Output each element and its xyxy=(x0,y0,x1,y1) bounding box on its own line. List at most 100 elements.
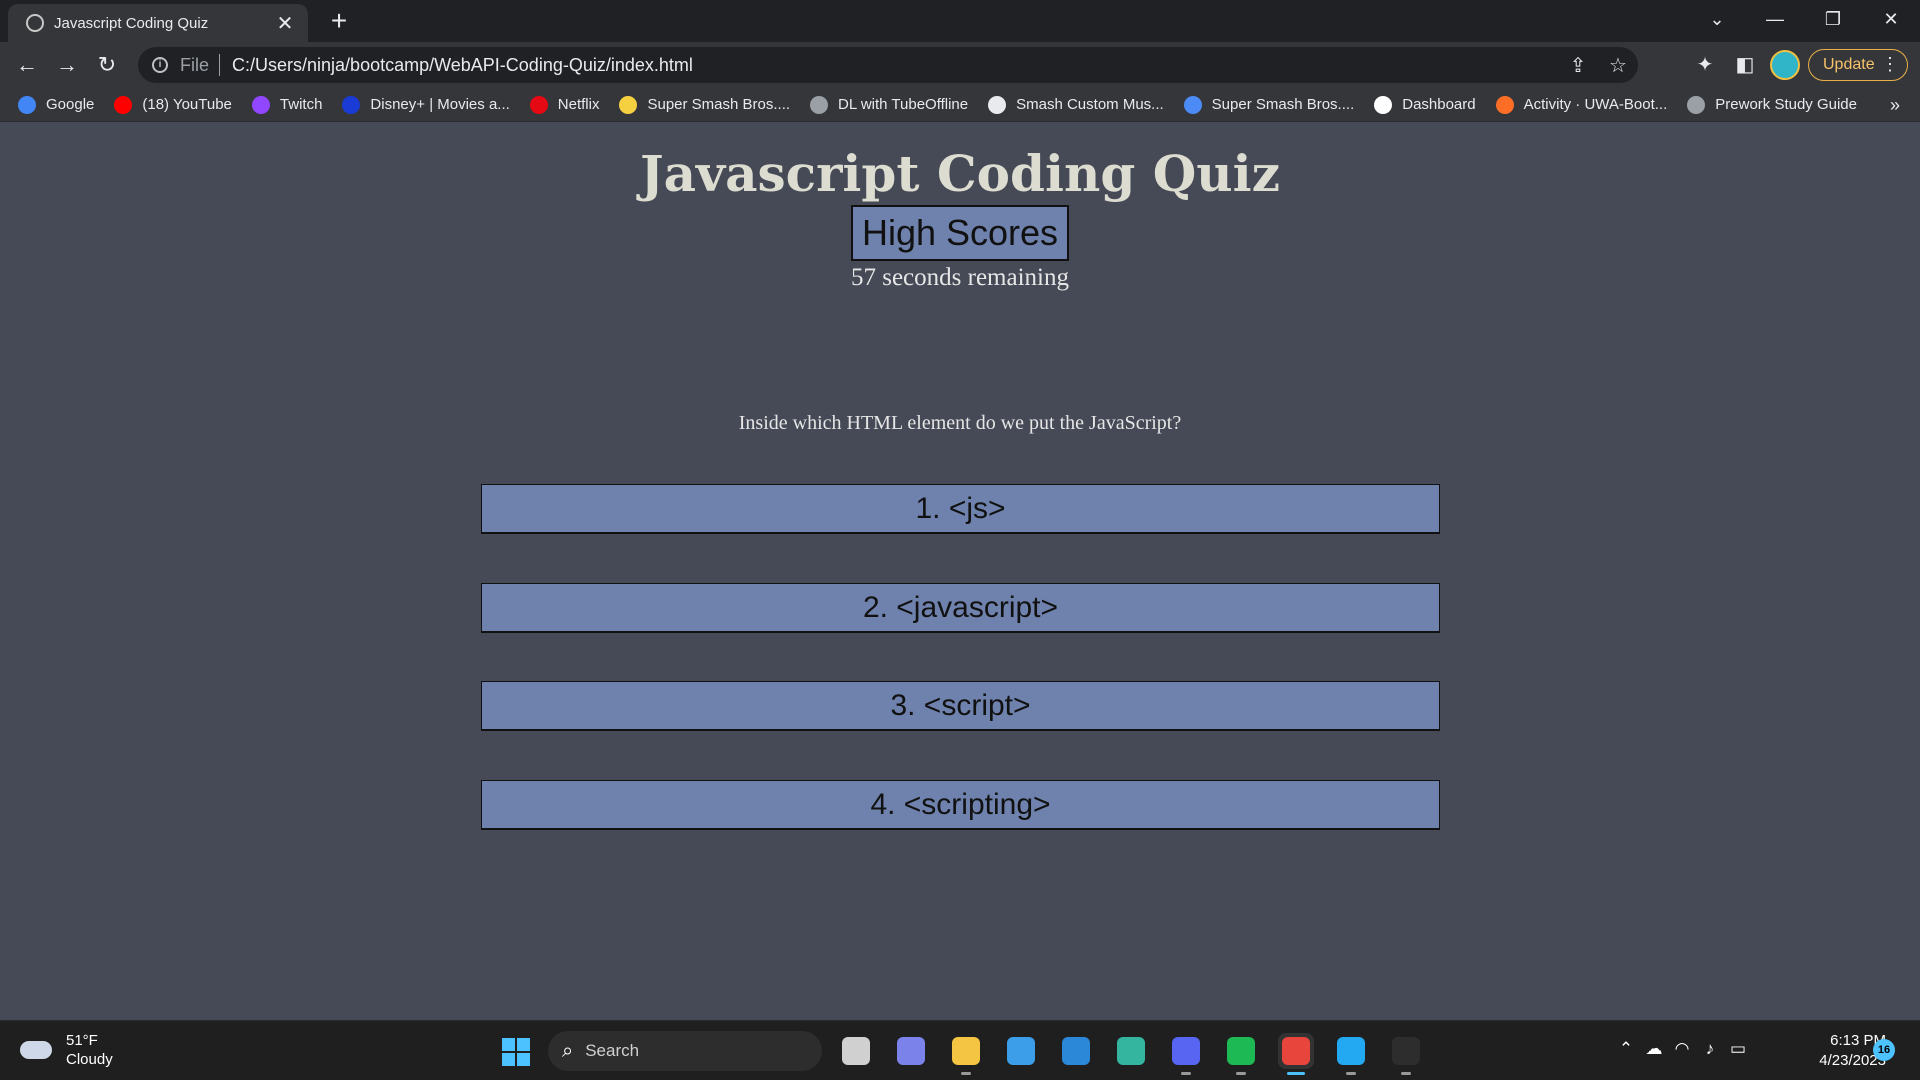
chrome-icon xyxy=(1282,1037,1310,1065)
youtube-icon xyxy=(114,95,133,114)
share-icon[interactable]: ⇪ xyxy=(1558,53,1598,78)
mail-icon xyxy=(1062,1037,1090,1065)
windows-logo-pane xyxy=(502,1053,515,1066)
bookmark-item[interactable]: Dashboard xyxy=(1374,95,1476,114)
taskbar-app[interactable] xyxy=(1168,1033,1204,1075)
side-panel-icon[interactable]: ◧ xyxy=(1730,50,1760,80)
weather-desc: Cloudy xyxy=(66,1051,113,1068)
high-scores-button[interactable]: High Scores xyxy=(851,205,1069,261)
more-bookmarks-icon[interactable]: » xyxy=(1890,88,1900,122)
answer-button-4[interactable]: 4. <scripting> xyxy=(481,780,1440,830)
bookmarks-list: Google (18) YouTube Twitch Disney+ | Movies… xyxy=(18,95,1877,114)
bookmark-label: Activity · UWA-Boot... xyxy=(1523,96,1668,113)
url-text[interactable]: C:/Users/ninja/bootcamp/WebAPI-Coding-Qu… xyxy=(232,55,1558,76)
extensions-icon[interactable]: ✦ xyxy=(1690,50,1720,80)
tab-title: Javascript Coding Quiz xyxy=(54,14,209,32)
running-indicator xyxy=(1236,1072,1246,1075)
info-icon[interactable]: i xyxy=(152,57,168,73)
question-text: Inside which HTML element do we put the … xyxy=(738,412,1182,434)
bookmark-star-icon[interactable]: ☆ xyxy=(1598,53,1638,78)
bookmark-item[interactable]: Smash Custom Mus... xyxy=(988,95,1164,114)
answer-button-2[interactable]: 2. <javascript> xyxy=(481,583,1440,633)
bookmark-item[interactable]: Twitch xyxy=(251,95,322,114)
netflix-icon xyxy=(529,95,548,114)
bookmark-item[interactable]: DL with TubeOffline xyxy=(810,95,968,114)
discord-icon xyxy=(1172,1037,1200,1065)
address-bar[interactable]: i File C:/Users/ninja/bootcamp/WebAPI-Co… xyxy=(138,47,1638,83)
taskbar: 51°F Cloudy ⌕ Search ⌃ ☁ ◠ ♪ ▭ 6:13 PM 4… xyxy=(0,1020,1920,1080)
reload-button[interactable]: ↻ xyxy=(92,50,122,80)
volume-icon[interactable]: ♪ xyxy=(1696,1039,1724,1059)
disney-icon xyxy=(342,95,361,114)
taskbar-app[interactable] xyxy=(1113,1033,1149,1069)
microsoft-store-icon xyxy=(1007,1037,1035,1065)
forward-button[interactable]: → xyxy=(52,50,82,80)
new-tab-button[interactable]: + xyxy=(324,6,354,36)
bookmark-label: Disney+ | Movies a... xyxy=(370,96,510,113)
browser-toolbar: ← → ↻ i File C:/Users/ninja/bootcamp/Web… xyxy=(0,42,1920,88)
taskbar-app[interactable] xyxy=(893,1033,929,1069)
restore-button[interactable]: ❐ xyxy=(1804,0,1862,40)
minimize-button[interactable]: — xyxy=(1746,0,1804,40)
profile-avatar[interactable] xyxy=(1770,50,1800,80)
menu-dots-icon[interactable]: ⋮ xyxy=(1881,54,1899,75)
windows-logo-pane xyxy=(517,1053,530,1066)
notification-badge[interactable]: 16 xyxy=(1873,1039,1895,1061)
taskbar-app[interactable] xyxy=(1388,1033,1424,1075)
bookmark-item[interactable]: Google xyxy=(18,95,94,114)
file-explorer-icon xyxy=(952,1037,980,1065)
w-icon xyxy=(1374,95,1393,114)
bookmark-label: (18) YouTube xyxy=(142,96,232,113)
bookmark-label: Prework Study Guide xyxy=(1715,96,1857,113)
battery-icon[interactable]: ▭ xyxy=(1724,1039,1752,1059)
clock[interactable]: 6:13 PM 4/23/2023 xyxy=(1790,1031,1886,1071)
close-window-button[interactable]: ✕ xyxy=(1862,0,1920,40)
bookmark-item[interactable]: Netflix xyxy=(529,95,600,114)
taskbar-app[interactable] xyxy=(948,1033,984,1075)
chevron-up-icon[interactable]: ⌃ xyxy=(1612,1039,1640,1059)
globe-icon xyxy=(26,14,44,32)
close-tab-icon[interactable]: ✕ xyxy=(274,11,296,36)
bookmark-item[interactable]: (18) YouTube xyxy=(114,95,232,114)
tab-search-button[interactable]: ⌄ xyxy=(1688,0,1746,40)
taskbar-app[interactable] xyxy=(1223,1033,1259,1075)
taskbar-app[interactable] xyxy=(1278,1033,1314,1075)
start-button[interactable] xyxy=(502,1038,530,1066)
wifi-icon[interactable]: ◠ xyxy=(1668,1039,1696,1059)
onedrive-icon[interactable]: ☁ xyxy=(1640,1039,1668,1059)
bookmark-label: Super Smash Bros.... xyxy=(1211,96,1355,113)
bookmark-item[interactable]: Prework Study Guide xyxy=(1687,95,1857,114)
cloud-icon xyxy=(20,1041,52,1059)
doc-icon xyxy=(1183,95,1202,114)
update-button[interactable]: Update ⋮ xyxy=(1808,49,1908,81)
answer-button-3[interactable]: 3. <script> xyxy=(481,681,1440,731)
taskbar-search[interactable]: ⌕ Search xyxy=(548,1031,822,1071)
weather-widget[interactable]: 51°F Cloudy xyxy=(20,1031,113,1069)
taskbar-app[interactable] xyxy=(1003,1033,1039,1069)
search-label: Search xyxy=(585,1041,640,1060)
back-button[interactable]: ← xyxy=(12,50,42,80)
browser-tab[interactable]: Javascript Coding Quiz ✕ xyxy=(8,4,308,42)
screen: Javascript Coding Quiz ✕ + ⌄ — ❐ ✕ ← → ↻… xyxy=(0,0,1920,1080)
bookmark-item[interactable]: Activity · UWA-Boot... xyxy=(1495,95,1668,114)
window-controls: ⌄ — ❐ ✕ xyxy=(1688,0,1920,40)
answer-button-1[interactable]: 1. <js> xyxy=(481,484,1440,534)
music-note-icon xyxy=(988,95,1007,114)
bookmark-label: Super Smash Bros.... xyxy=(647,96,791,113)
scheme-label: File xyxy=(180,54,210,75)
running-indicator xyxy=(1287,1072,1305,1075)
globe-icon xyxy=(1687,95,1706,114)
taskbar-app[interactable] xyxy=(1058,1033,1094,1069)
bookmark-label: Smash Custom Mus... xyxy=(1016,96,1164,113)
taskbar-app[interactable] xyxy=(838,1033,874,1069)
windows-logo-pane xyxy=(517,1038,530,1051)
browser-tab-strip: Javascript Coding Quiz ✕ + ⌄ — ❐ ✕ xyxy=(0,0,1920,42)
update-label: Update xyxy=(1823,56,1875,73)
bookmark-label: Netflix xyxy=(557,96,600,113)
bookmark-item[interactable]: Super Smash Bros.... xyxy=(1183,95,1355,114)
bookmark-item[interactable]: Super Smash Bros.... xyxy=(619,95,791,114)
taskbar-app[interactable] xyxy=(1333,1033,1369,1075)
bookmark-item[interactable]: Disney+ | Movies a... xyxy=(342,95,510,114)
gitlab-icon xyxy=(1495,95,1514,114)
chat-icon xyxy=(897,1037,925,1065)
